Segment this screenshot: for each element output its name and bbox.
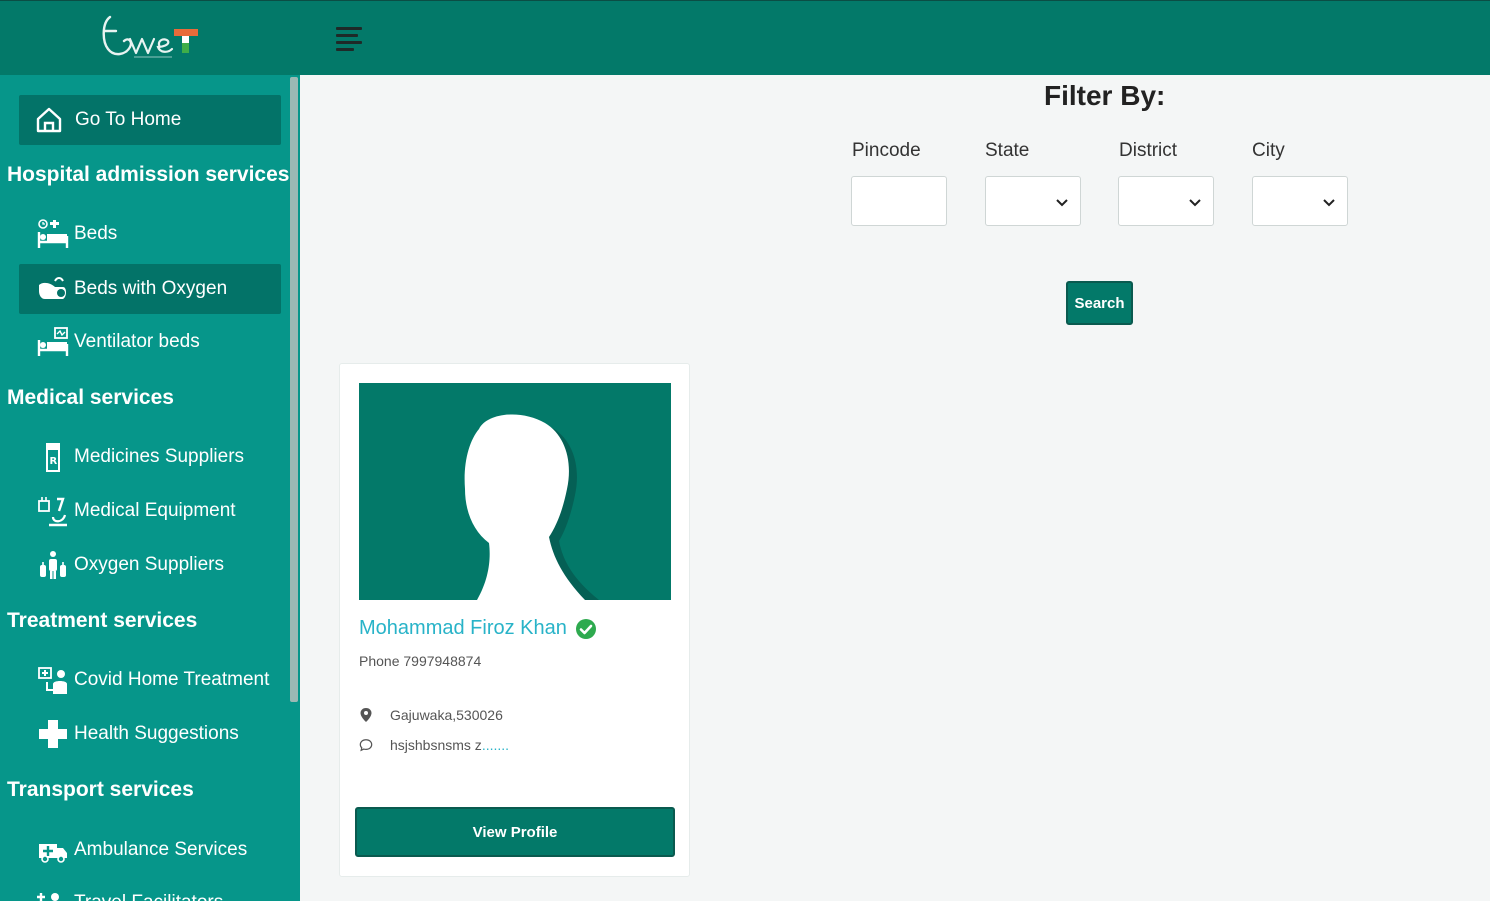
- supplier-card: Mohammad Firoz Khan Phone 7997948874 Gaj…: [339, 363, 690, 877]
- home-icon: [36, 107, 62, 133]
- sidebar-item-beds-with-oxygen[interactable]: Beds with Oxygen: [19, 264, 281, 314]
- ventilator-bed-icon: [36, 326, 70, 358]
- sidebar-item-label: Travel Facilitators: [74, 892, 223, 901]
- supplier-phone: Phone 7997948874: [359, 653, 482, 669]
- sidebar-item-medical-equipment[interactable]: Medical Equipment: [19, 486, 281, 536]
- state-select[interactable]: [985, 176, 1081, 226]
- chevron-down-icon: [1189, 199, 1201, 207]
- filter-title: Filter By:: [1044, 80, 1166, 111]
- verified-check-icon: [575, 618, 596, 639]
- view-profile-button[interactable]: View Profile: [355, 807, 675, 857]
- home-treatment-icon: [36, 664, 70, 696]
- section-title-hospital: Hospital admission services: [7, 163, 290, 186]
- supplier-location: Gajuwaka,530026: [359, 707, 503, 723]
- section-title-transport: Transport services: [7, 778, 194, 801]
- ambulance-icon: [36, 834, 70, 866]
- sidebar-item-label: Covid Home Treatment: [74, 669, 270, 690]
- sidebar-scrollbar[interactable]: [290, 77, 298, 702]
- section-title-medical: Medical services: [7, 386, 174, 409]
- avatar: [359, 383, 671, 600]
- sidebar-item-label: Medical Equipment: [74, 500, 236, 521]
- sidebar-item-label: Beds: [74, 223, 118, 244]
- state-label: State: [985, 140, 1030, 161]
- sidebar-item-label: Ventilator beds: [74, 331, 200, 352]
- top-bar: [0, 0, 1490, 75]
- section-title-treatment: Treatment services: [7, 609, 198, 632]
- search-button[interactable]: Search: [1066, 281, 1133, 325]
- microscope-icon: [36, 495, 70, 527]
- sidebar: Go To Home Hospital admission services B…: [0, 75, 300, 901]
- sidebar-item-beds[interactable]: Beds: [19, 209, 281, 259]
- chevron-down-icon: [1323, 199, 1335, 207]
- sidebar-item-medicines-suppliers[interactable]: R Medicines Suppliers: [19, 432, 281, 482]
- sidebar-item-ambulance-services[interactable]: Ambulance Services: [19, 825, 281, 875]
- pincode-label: Pincode: [852, 140, 921, 161]
- city-label: City: [1252, 140, 1285, 161]
- travel-icon: [36, 887, 70, 901]
- map-pin-icon: [360, 708, 372, 722]
- sidebar-item-ventilator-beds[interactable]: Ventilator beds: [19, 317, 281, 367]
- pincode-input[interactable]: [851, 176, 947, 226]
- supplier-name-link[interactable]: Mohammad Firoz Khan: [359, 617, 597, 640]
- sidebar-item-label: Health Suggestions: [74, 723, 239, 744]
- prescription-bottle-icon: R: [36, 441, 70, 473]
- hospital-bed-icon: [36, 218, 70, 250]
- message-text: hsjshbsnsms z: [390, 737, 482, 753]
- supplier-message: hsjshbsnsms z.......: [359, 737, 509, 753]
- district-label: District: [1119, 140, 1178, 161]
- sidebar-item-label: Ambulance Services: [74, 839, 248, 860]
- city-select[interactable]: [1252, 176, 1348, 226]
- svg-text:R: R: [50, 456, 58, 467]
- go-to-home-label: Go To Home: [75, 109, 182, 130]
- chat-bubble-icon: [359, 739, 373, 752]
- sidebar-item-health-suggestions[interactable]: Health Suggestions: [19, 709, 281, 759]
- sidebar-item-oxygen-suppliers[interactable]: Oxygen Suppliers: [19, 540, 281, 590]
- oxygen-cylinder-icon: [36, 549, 70, 581]
- sidebar-item-label: Beds with Oxygen: [74, 278, 228, 299]
- supplier-name: Mohammad Firoz Khan: [359, 617, 567, 639]
- sidebar-item-label: Oxygen Suppliers: [74, 554, 224, 575]
- go-to-home-button[interactable]: Go To Home: [19, 95, 281, 145]
- oxygen-bed-icon: [36, 273, 70, 305]
- hamburger-menu-icon[interactable]: [336, 27, 364, 51]
- sidebar-item-covid-home-treatment[interactable]: Covid Home Treatment: [19, 655, 281, 705]
- district-select[interactable]: [1118, 176, 1214, 226]
- sidebar-item-label: Medicines Suppliers: [74, 446, 245, 467]
- twet-logo[interactable]: [100, 11, 204, 65]
- read-more-link[interactable]: .......: [482, 737, 509, 753]
- medical-cross-icon: [36, 718, 70, 750]
- location-text: Gajuwaka,530026: [390, 707, 503, 723]
- chevron-down-icon: [1056, 199, 1068, 207]
- sidebar-item-travel-facilitators[interactable]: Travel Facilitators: [19, 878, 281, 901]
